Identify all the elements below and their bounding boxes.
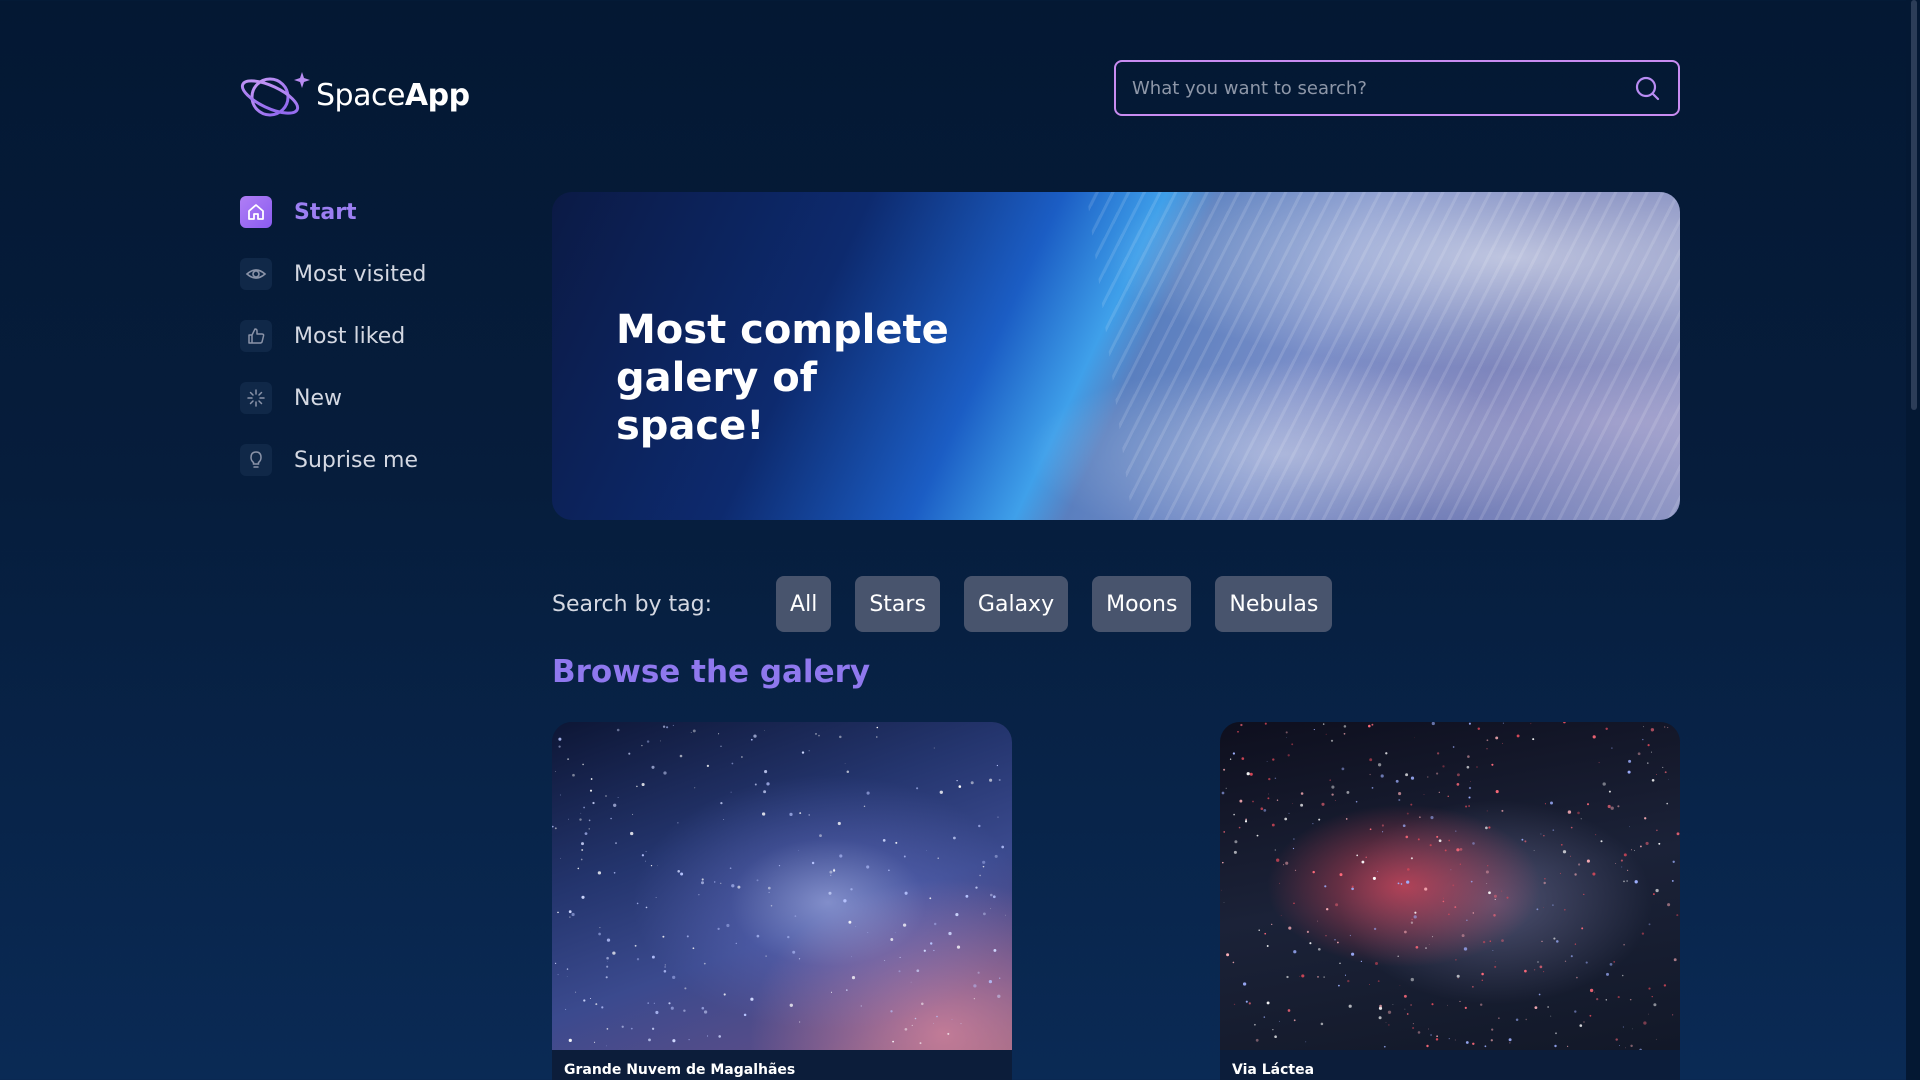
search-box [1114, 60, 1680, 116]
sidebar-item-label: Most liked [294, 323, 406, 349]
gallery-card-image [552, 722, 1012, 1050]
sparkle-icon [240, 382, 272, 414]
app-name: SpaceApp [316, 77, 470, 113]
sidebar-item-most-liked[interactable]: Most liked [240, 316, 540, 356]
gallery-card-caption: Grande Nuvem de Magalhães [552, 1050, 1012, 1080]
sidebar-item-label: Most visited [294, 261, 427, 287]
sidebar-nav: Start Most visited Most liked New Supris… [240, 192, 540, 502]
tag-stars-button[interactable]: Stars [855, 576, 940, 632]
sidebar-item-label: Suprise me [294, 447, 418, 473]
search-input[interactable] [1132, 77, 1632, 99]
lightbulb-icon [240, 444, 272, 476]
gallery-card-caption: Via Láctea [1220, 1050, 1680, 1080]
tag-all-button[interactable]: All [776, 576, 832, 632]
scrollbar-thumb[interactable] [1911, 0, 1917, 410]
page-scrollbar[interactable] [1906, 0, 1920, 1080]
sidebar-item-label: New [294, 385, 342, 411]
sidebar-item-suprise-me[interactable]: Suprise me [240, 440, 540, 480]
gallery-title: Browse the galery [552, 654, 871, 690]
gallery-card[interactable]: Grande Nuvem de Magalhães [552, 722, 1012, 1080]
sidebar-item-start[interactable]: Start [240, 192, 540, 232]
hero-banner: Most complete galery of space! [552, 192, 1680, 520]
thumbs-up-icon [240, 320, 272, 352]
gallery-card[interactable]: Via Láctea [1220, 722, 1680, 1080]
tag-nebulas-button[interactable]: Nebulas [1215, 576, 1333, 632]
planet-logo-icon [240, 72, 310, 117]
sidebar-item-most-visited[interactable]: Most visited [240, 254, 540, 294]
gallery-card-image [1220, 722, 1680, 1050]
sidebar-item-label: Start [294, 199, 357, 225]
starfield-image [1221, 722, 1680, 1050]
tag-filter-bar: Search by tag: All Stars Galaxy Moons Ne… [552, 576, 1356, 632]
tags-label: Search by tag: [552, 591, 713, 617]
sidebar-item-new[interactable]: New [240, 378, 540, 418]
tag-moons-button[interactable]: Moons [1092, 576, 1192, 632]
banner-title: Most complete galery of space! [616, 307, 949, 449]
starfield-image [552, 724, 1006, 1047]
home-icon [240, 196, 272, 228]
app-logo[interactable]: SpaceApp [240, 70, 470, 120]
tag-galaxy-button[interactable]: Galaxy [963, 576, 1069, 632]
search-icon[interactable] [1632, 73, 1662, 103]
eye-icon [240, 258, 272, 290]
